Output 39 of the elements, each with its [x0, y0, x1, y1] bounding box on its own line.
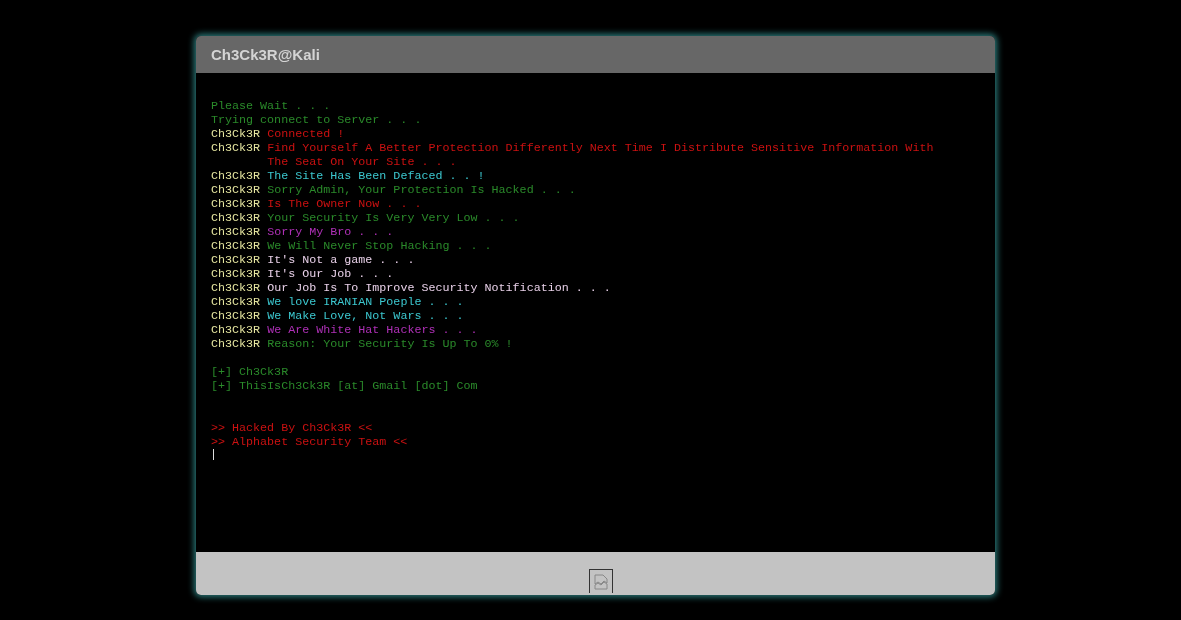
log-message: We Are White Hat Hackers . . . — [267, 323, 478, 337]
username-label: Ch3Ck3R — [211, 281, 261, 295]
broken-image-icon — [588, 569, 613, 593]
username-label: Ch3Ck3R — [211, 239, 261, 253]
signature-line: >> Hacked By Ch3Ck3R << — [211, 421, 373, 435]
username-label: Ch3Ck3R — [211, 197, 261, 211]
username-label: Ch3Ck3R — [211, 127, 261, 141]
log-message: It's Not a game . . . — [267, 253, 415, 267]
contact-line: [+] ThisIsCh3Ck3R [at] Gmail [dot] Com — [211, 379, 478, 393]
cursor-icon — [213, 449, 214, 460]
log-message: We Will Never Stop Hacking . . . — [267, 239, 492, 253]
username-label: Ch3Ck3R — [211, 225, 261, 239]
username-label: Ch3Ck3R — [211, 267, 261, 281]
log-message: The Site Has Been Defaced . . ! — [267, 169, 485, 183]
window-title: Ch3Ck3R@Kali — [211, 46, 320, 63]
log-message: We love IRANIAN Poeple . . . — [267, 295, 464, 309]
log-message: Your Security Is Very Very Low . . . — [267, 211, 520, 225]
log-message: Trying connect to Server . . . — [211, 113, 422, 127]
log-message: Sorry Admin, Your Protection Is Hacked . . . — [267, 183, 576, 197]
username-label: Ch3Ck3R — [211, 183, 261, 197]
username-label: Ch3Ck3R — [211, 169, 261, 183]
log-message: Please Wait . . . — [211, 99, 331, 113]
signature-line: >> Alphabet Security Team << — [211, 435, 408, 449]
username-label: Ch3Ck3R — [211, 337, 261, 351]
log-message: Sorry My Bro . . . — [267, 225, 394, 239]
log-message: Reason: Your Security Is Up To 0% ! — [267, 337, 513, 351]
log-message: Find Yourself A Better Protection Differently Next Time I Distribute Sensitive Information With The Seat On Your Site . . . — [267, 141, 935, 169]
username-label: Ch3Ck3R — [211, 309, 261, 323]
log-message: We Make Love, Not Wars . . . — [267, 309, 464, 323]
log-message: It's Our Job . . . — [267, 267, 394, 281]
contact-line: [+] Ch3Ck3R — [211, 365, 289, 379]
username-label: Ch3Ck3R — [211, 253, 261, 267]
username-label: Ch3Ck3R — [211, 141, 261, 155]
log-message: Connected ! — [267, 127, 345, 141]
log-message: Is The Owner Now . . . — [267, 197, 422, 211]
username-label: Ch3Ck3R — [211, 295, 261, 309]
username-label: Ch3Ck3R — [211, 211, 261, 225]
username-label: Ch3Ck3R — [211, 323, 261, 337]
log-message: Our Job Is To Improve Security Notification . . . — [267, 281, 611, 295]
